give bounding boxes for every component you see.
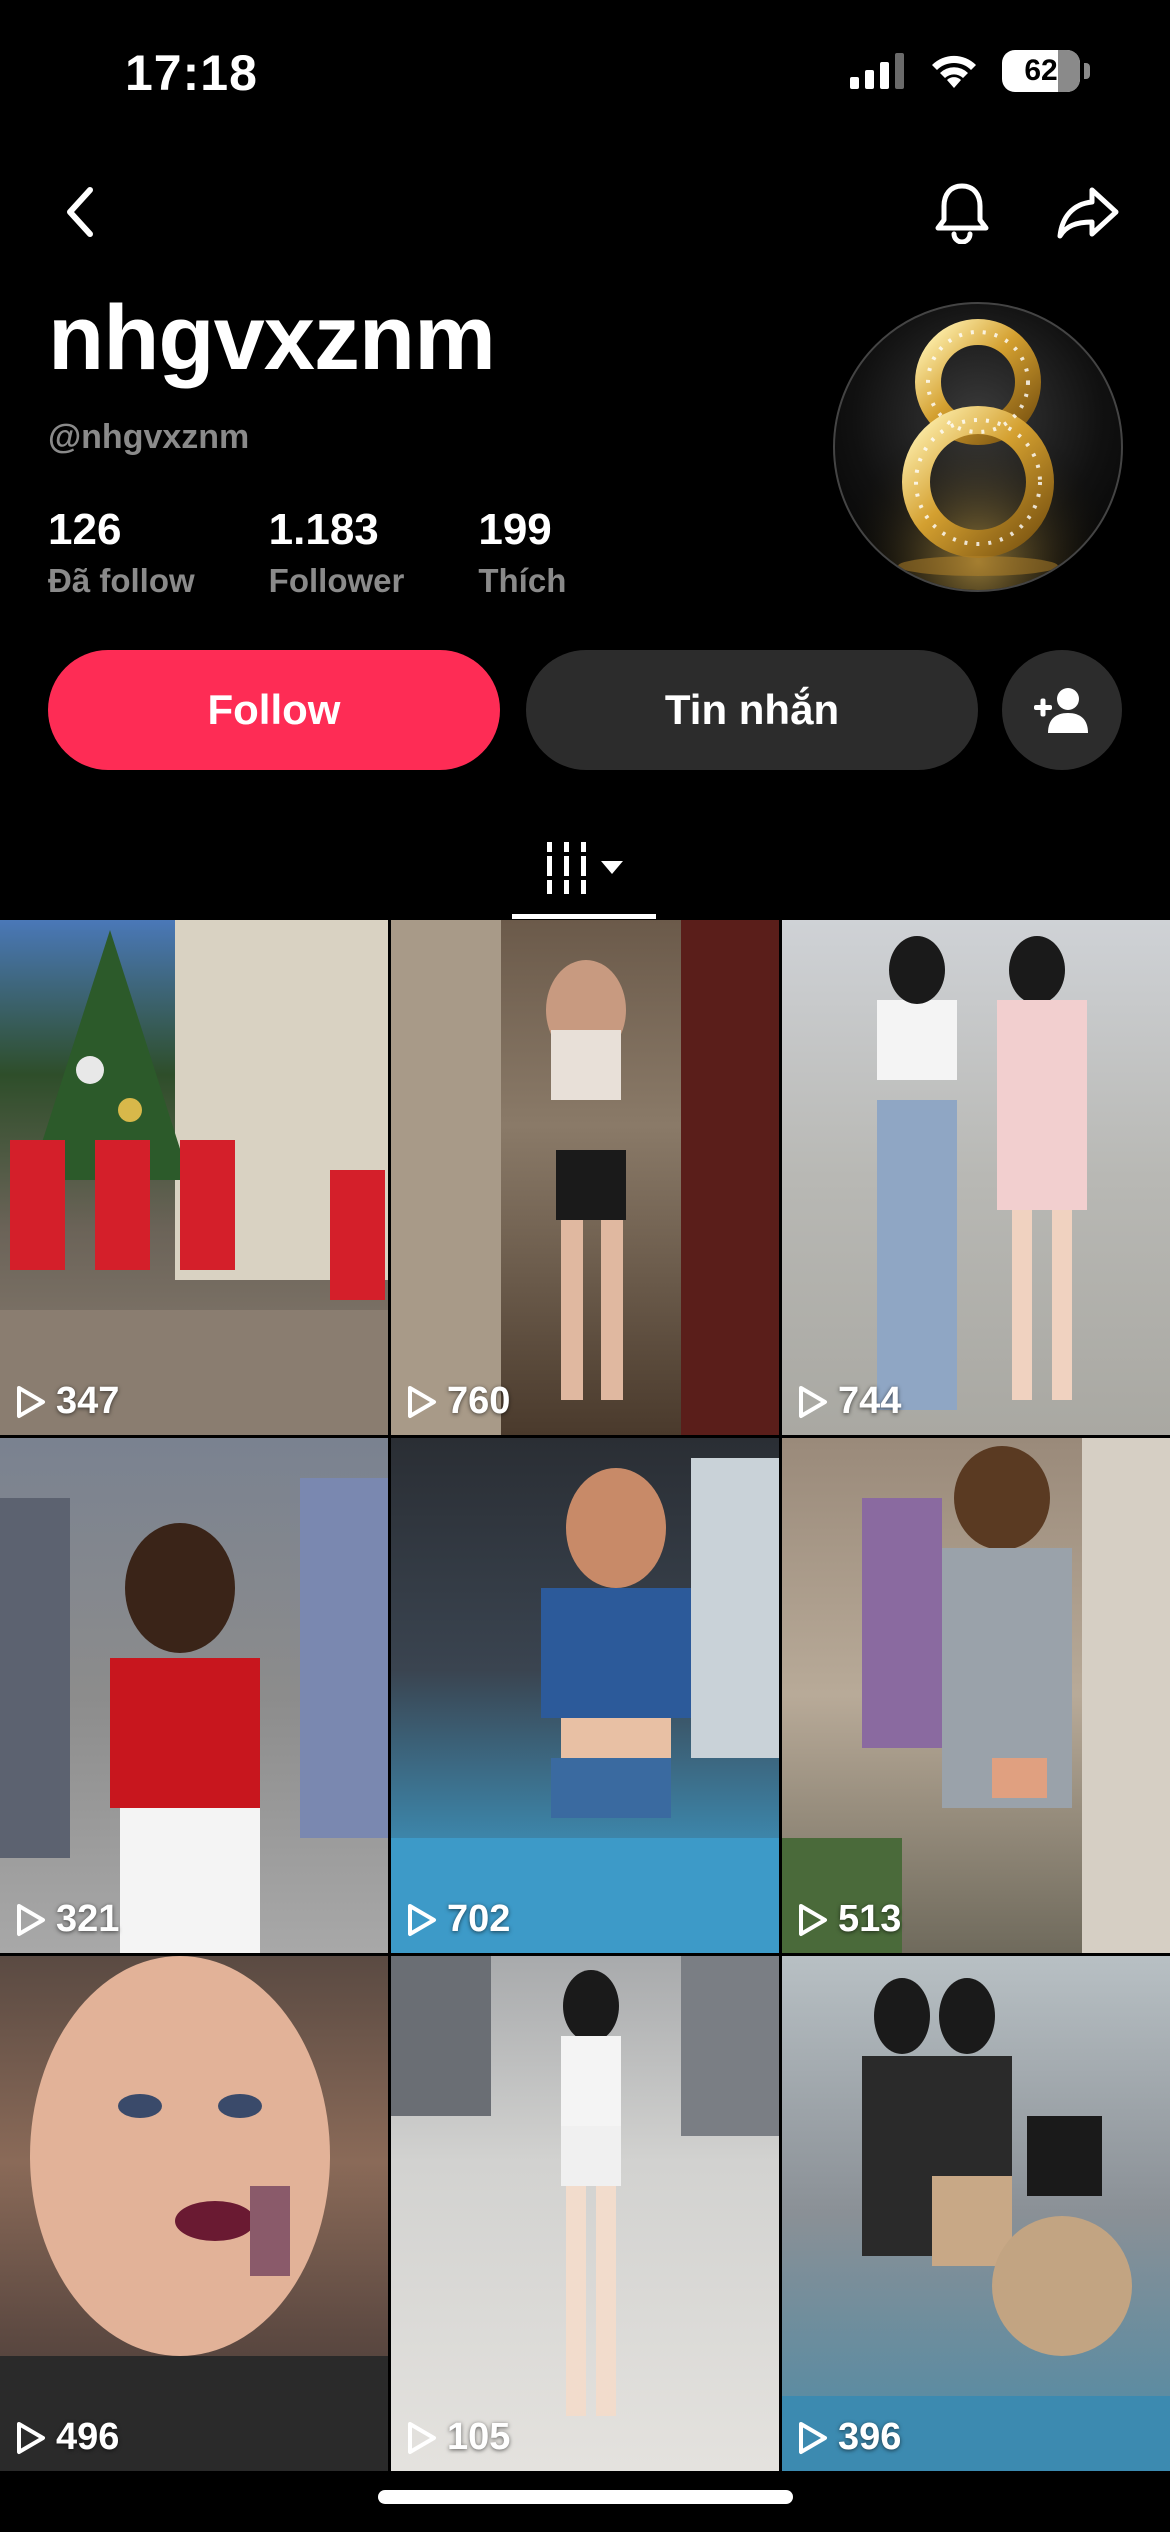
battery-tip xyxy=(1084,63,1090,79)
view-count: 744 xyxy=(798,1380,901,1423)
add-user-icon xyxy=(1034,688,1088,733)
back-button[interactable] xyxy=(48,180,112,244)
play-icon xyxy=(408,1385,436,1418)
signal-icon xyxy=(850,53,904,89)
content-tab-bar xyxy=(0,820,1170,920)
profile-actions: Follow Tin nhắn xyxy=(48,650,1122,770)
play-icon xyxy=(17,1903,45,1936)
view-count-value: 496 xyxy=(56,2416,120,2458)
bell-icon xyxy=(935,183,989,244)
view-count-value: 513 xyxy=(838,1898,902,1940)
thumbnail-image xyxy=(782,1438,1170,1953)
view-count: 105 xyxy=(407,2416,510,2459)
follow-button[interactable]: Follow xyxy=(48,650,500,770)
avatar[interactable] xyxy=(833,302,1123,592)
tab-videos[interactable] xyxy=(512,820,656,916)
stat-label: Follower xyxy=(268,562,405,599)
view-count-value: 702 xyxy=(447,1898,511,1940)
status-bar: 17:18 62 xyxy=(0,0,1170,150)
view-count: 321 xyxy=(16,1898,119,1941)
view-count: 702 xyxy=(407,1898,510,1941)
add-friend-button[interactable] xyxy=(1002,650,1122,770)
video-thumbnail[interactable]: 347 xyxy=(0,920,388,1435)
thumbnail-image xyxy=(391,920,779,1435)
active-tab-indicator xyxy=(512,914,656,919)
view-count: 396 xyxy=(798,2416,901,2459)
video-thumbnail[interactable]: 744 xyxy=(782,920,1170,1435)
view-count: 513 xyxy=(798,1898,901,1941)
battery-icon: 62 xyxy=(1002,50,1080,92)
view-count-value: 396 xyxy=(838,2416,902,2458)
stat-value: 199 xyxy=(478,505,552,554)
profile-handle: @nhgvxznm xyxy=(48,418,250,456)
share-button[interactable] xyxy=(1056,180,1120,244)
stat-followers[interactable]: 1.183 Follower xyxy=(269,508,405,600)
video-grid: 347 760 744 321 702 513 496 105 396 xyxy=(0,920,1170,2480)
play-icon xyxy=(17,1385,45,1418)
play-icon xyxy=(799,1385,827,1418)
video-thumbnail[interactable]: 513 xyxy=(782,1438,1170,1953)
profile-display-name: nhgvxznm xyxy=(48,287,496,389)
gold-eight-avatar-image xyxy=(835,304,1121,590)
video-thumbnail[interactable]: 702 xyxy=(391,1438,779,1953)
video-grid-icon xyxy=(547,842,586,894)
thumbnail-image xyxy=(391,1458,779,1953)
wifi-icon xyxy=(932,55,976,88)
view-count-value: 321 xyxy=(56,1898,120,1940)
play-icon xyxy=(408,2421,436,2454)
thumbnail-image xyxy=(0,920,388,1435)
system-icons: 62 xyxy=(850,50,1090,92)
profile-stats: 126 Đã follow 1.183 Follower 199 Thích xyxy=(48,508,566,600)
stat-likes[interactable]: 199 Thích xyxy=(478,508,566,600)
notification-bell-button[interactable] xyxy=(930,180,994,244)
stat-value: 126 xyxy=(48,505,122,554)
play-icon xyxy=(799,2421,827,2454)
thumbnail-image xyxy=(877,936,1087,1410)
status-time: 17:18 xyxy=(125,45,258,101)
share-arrow-icon xyxy=(1057,187,1119,239)
view-count-value: 105 xyxy=(447,2416,511,2458)
thumbnail-image xyxy=(782,1978,1170,2471)
play-icon xyxy=(408,1903,436,1936)
play-icon xyxy=(17,2421,45,2454)
caret-down-icon xyxy=(601,861,623,874)
battery-level: 62 xyxy=(1024,54,1058,87)
chevron-left-icon xyxy=(67,187,93,237)
home-indicator[interactable] xyxy=(378,2490,793,2504)
video-thumbnail[interactable]: 760 xyxy=(391,920,779,1435)
stat-value: 1.183 xyxy=(268,505,379,554)
video-thumbnail[interactable]: 321 xyxy=(0,1438,388,1953)
view-count-value: 347 xyxy=(56,1380,120,1422)
view-count-value: 744 xyxy=(838,1380,902,1422)
thumbnail-image xyxy=(0,1956,388,2471)
message-button[interactable]: Tin nhắn xyxy=(526,650,978,770)
video-thumbnail[interactable]: 496 xyxy=(0,1956,388,2471)
stat-label: Đã follow xyxy=(48,562,195,599)
view-count: 760 xyxy=(407,1380,510,1423)
view-count-value: 760 xyxy=(447,1380,511,1422)
stat-label: Thích xyxy=(478,562,567,599)
top-navigation xyxy=(0,160,1170,250)
thumbnail-image xyxy=(391,1956,779,2416)
video-thumbnail[interactable]: 105 xyxy=(391,1956,779,2471)
view-count: 496 xyxy=(16,2416,119,2459)
stat-following[interactable]: 126 Đã follow xyxy=(48,508,195,600)
thumbnail-image xyxy=(0,1478,388,1953)
video-thumbnail[interactable]: 396 xyxy=(782,1956,1170,2471)
view-count: 347 xyxy=(16,1380,119,1423)
play-icon xyxy=(799,1903,827,1936)
